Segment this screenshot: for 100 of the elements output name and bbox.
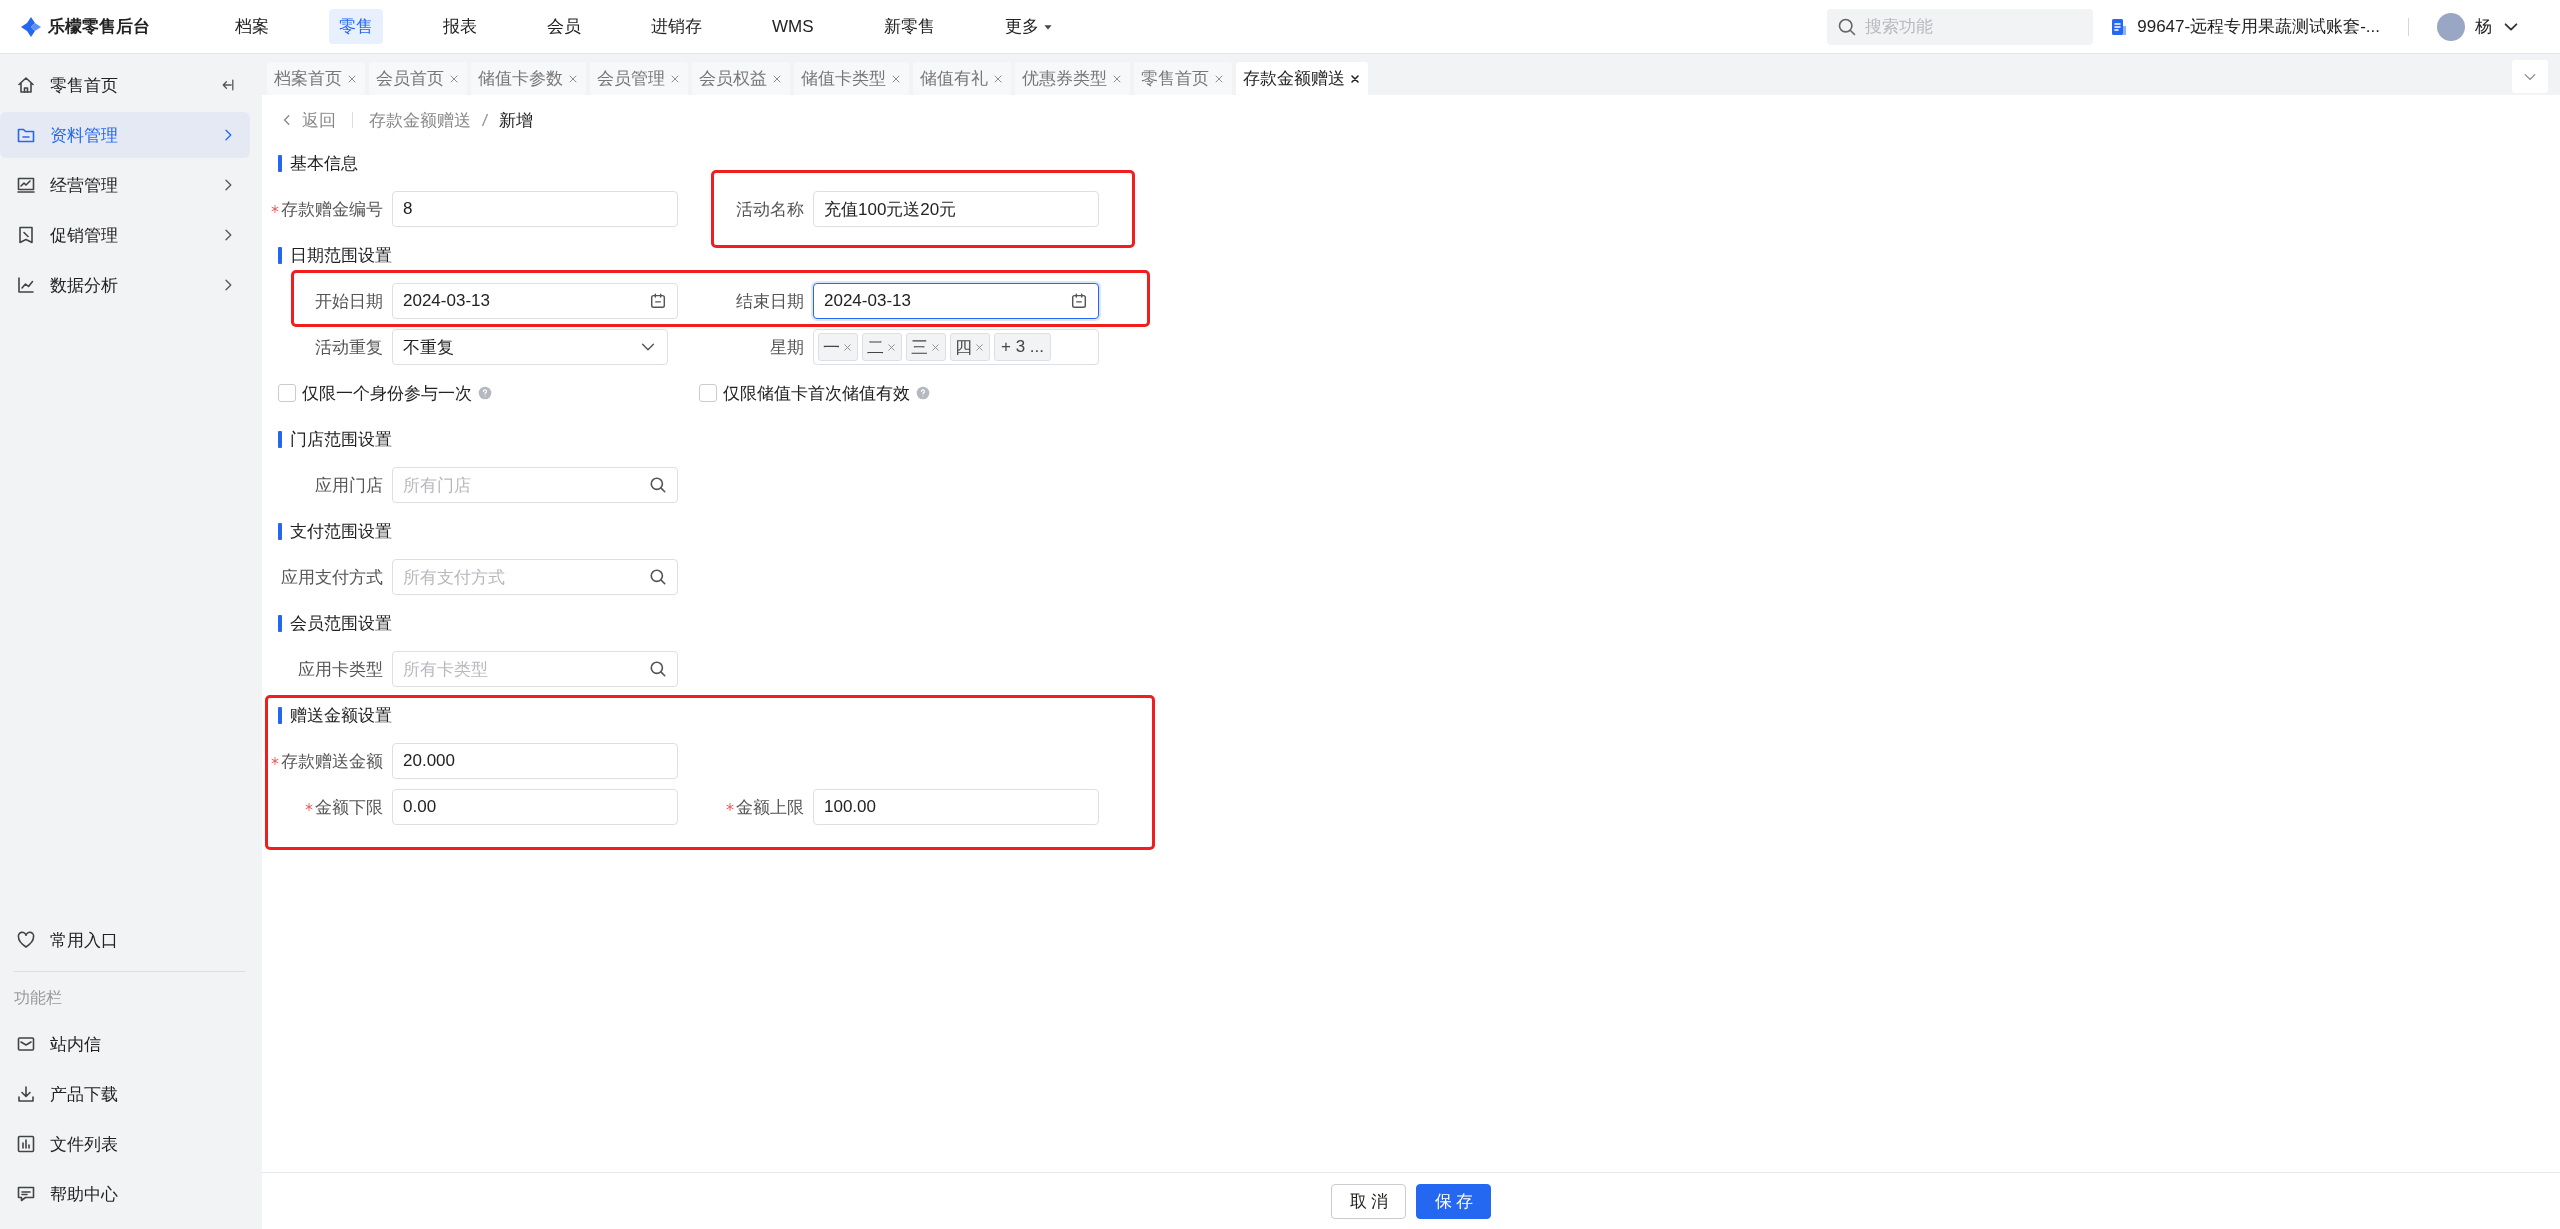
sidebar-item[interactable]: 产品下载 bbox=[0, 1071, 250, 1117]
tab[interactable]: 会员管理 bbox=[590, 62, 688, 95]
tab[interactable]: 会员首页 bbox=[369, 62, 467, 95]
envelope-icon bbox=[16, 1034, 36, 1054]
field-label: 应用门店 bbox=[315, 474, 383, 497]
sidebar-item[interactable]: 促销管理 bbox=[0, 212, 250, 258]
breadcrumb-link[interactable]: 存款金额赠送 bbox=[369, 108, 471, 132]
field-label: 星期 bbox=[770, 336, 804, 359]
text-field[interactable]: 8 bbox=[392, 191, 678, 227]
sidebar-item[interactable]: 站内信 bbox=[0, 1021, 250, 1067]
section-title: 日期范围设置 bbox=[290, 244, 392, 267]
checkbox-label: 仅限储值卡首次储值有效 bbox=[723, 382, 910, 405]
bar-chart-icon bbox=[16, 1134, 36, 1154]
sidebar-item[interactable]: 经营管理 bbox=[0, 162, 250, 208]
tab[interactable]: 储值卡参数 bbox=[471, 62, 586, 95]
tab[interactable]: 优惠券类型 bbox=[1015, 62, 1130, 95]
sidebar-item[interactable]: 文件列表 bbox=[0, 1121, 250, 1167]
sidebar-item[interactable]: 常用入口 bbox=[0, 917, 250, 963]
nav-link[interactable]: 档案 bbox=[225, 9, 279, 44]
tab[interactable]: 会员权益 bbox=[692, 62, 790, 95]
nav-link[interactable]: 报表 bbox=[433, 9, 487, 44]
close-icon bbox=[1349, 72, 1361, 85]
calendar-icon bbox=[1070, 292, 1088, 310]
section-title: 赠送金额设置 bbox=[290, 704, 392, 727]
nav-link[interactable]: 更多 bbox=[994, 9, 1064, 44]
field-label: 开始日期 bbox=[315, 290, 383, 313]
section-title: 基本信息 bbox=[290, 152, 358, 175]
section-marker bbox=[278, 614, 282, 632]
calendar-icon bbox=[649, 292, 667, 310]
monitor-icon bbox=[16, 175, 36, 195]
tag[interactable]: 三 bbox=[906, 333, 946, 361]
nav-link[interactable]: WMS bbox=[762, 10, 824, 43]
close-icon bbox=[842, 341, 853, 353]
date-field[interactable]: 2024-03-13 bbox=[813, 283, 1099, 319]
search-icon bbox=[649, 660, 667, 678]
save-button[interactable]: 保存 bbox=[1416, 1183, 1491, 1219]
help-icon bbox=[916, 386, 930, 400]
tab[interactable]: 零售首页 bbox=[1134, 62, 1232, 95]
search-icon bbox=[649, 476, 667, 494]
sidebar-item[interactable]: 零售首页 bbox=[0, 62, 250, 108]
ticket-icon bbox=[16, 225, 36, 245]
line-chart-icon bbox=[16, 275, 36, 295]
field-label: 金额上限 bbox=[736, 796, 804, 819]
text-field[interactable]: 100.00 bbox=[813, 789, 1099, 825]
tab[interactable]: 档案首页 bbox=[267, 62, 365, 95]
section-label: 功能栏 bbox=[13, 988, 63, 1008]
select-field[interactable]: 不重复 bbox=[392, 329, 668, 365]
text-field[interactable]: 20.000 bbox=[392, 743, 678, 779]
nav-link[interactable]: 会员 bbox=[537, 9, 591, 44]
house-icon bbox=[16, 75, 36, 95]
cancel-button[interactable]: 取消 bbox=[1331, 1183, 1406, 1219]
sidebar-item[interactable]: 数据分析 bbox=[0, 262, 250, 308]
section-title: 门店范围设置 bbox=[290, 428, 392, 451]
text-field[interactable]: 充值100元送20元 bbox=[813, 191, 1099, 227]
checkbox[interactable] bbox=[278, 384, 296, 402]
field-label: 应用卡类型 bbox=[298, 658, 383, 681]
close-icon bbox=[974, 341, 985, 353]
text-field[interactable]: 0.00 bbox=[392, 789, 678, 825]
help-icon bbox=[478, 386, 492, 400]
heart-icon bbox=[16, 930, 36, 950]
tab[interactable]: 存款金额赠送 bbox=[1236, 62, 1368, 95]
date-field[interactable]: 2024-03-13 bbox=[392, 283, 678, 319]
checkbox-label: 仅限一个身份参与一次 bbox=[302, 382, 472, 405]
field-label: 存款赠送金额 bbox=[281, 750, 383, 773]
field-label: 活动重复 bbox=[315, 336, 383, 359]
nav-link[interactable]: 进销存 bbox=[641, 9, 712, 44]
more-tag[interactable]: + 3 ... bbox=[994, 333, 1051, 361]
tab-list-button[interactable] bbox=[2512, 60, 2548, 93]
tag[interactable]: 二 bbox=[862, 333, 902, 361]
tag[interactable]: 四 bbox=[950, 333, 990, 361]
field-label: 存款赠金编号 bbox=[281, 198, 383, 221]
download-icon bbox=[16, 1084, 36, 1104]
tab[interactable]: 储值卡类型 bbox=[794, 62, 909, 95]
user-name: 杨 bbox=[2475, 16, 2492, 38]
breadcrumb-current: 新增 bbox=[499, 109, 533, 132]
sidebar-item[interactable]: 帮助中心 bbox=[0, 1171, 250, 1217]
sidebar-item[interactable]: 资料管理 bbox=[0, 112, 250, 158]
checkbox[interactable] bbox=[699, 384, 717, 402]
section-title: 会员范围设置 bbox=[290, 612, 392, 635]
avatar[interactable] bbox=[2437, 12, 2465, 41]
tag-select-field[interactable]: 一 二 三 四 + 3 ... bbox=[813, 329, 1099, 365]
back-link[interactable]: 返回 bbox=[280, 108, 336, 132]
field-label: 金额下限 bbox=[315, 796, 383, 819]
section-marker bbox=[278, 706, 282, 724]
logo-icon bbox=[20, 15, 42, 38]
account-name[interactable]: 99647-远程专用果蔬测试账套-... bbox=[2137, 15, 2380, 38]
section-marker bbox=[278, 522, 282, 540]
section-marker bbox=[278, 246, 282, 264]
close-icon bbox=[930, 341, 941, 353]
tab[interactable]: 储值有礼 bbox=[913, 62, 1011, 95]
field-label: 应用支付方式 bbox=[281, 566, 383, 589]
tag[interactable]: 一 bbox=[818, 333, 858, 361]
nav-link[interactable]: 新零售 bbox=[873, 9, 945, 44]
section-marker bbox=[278, 154, 282, 172]
section-marker bbox=[278, 430, 282, 448]
search-icon bbox=[649, 568, 667, 586]
nav-link[interactable]: 零售 bbox=[329, 9, 383, 44]
app-title: 乐檬零售后台 bbox=[48, 16, 150, 38]
section-title: 支付范围设置 bbox=[290, 520, 392, 543]
slash-icon bbox=[481, 112, 489, 128]
